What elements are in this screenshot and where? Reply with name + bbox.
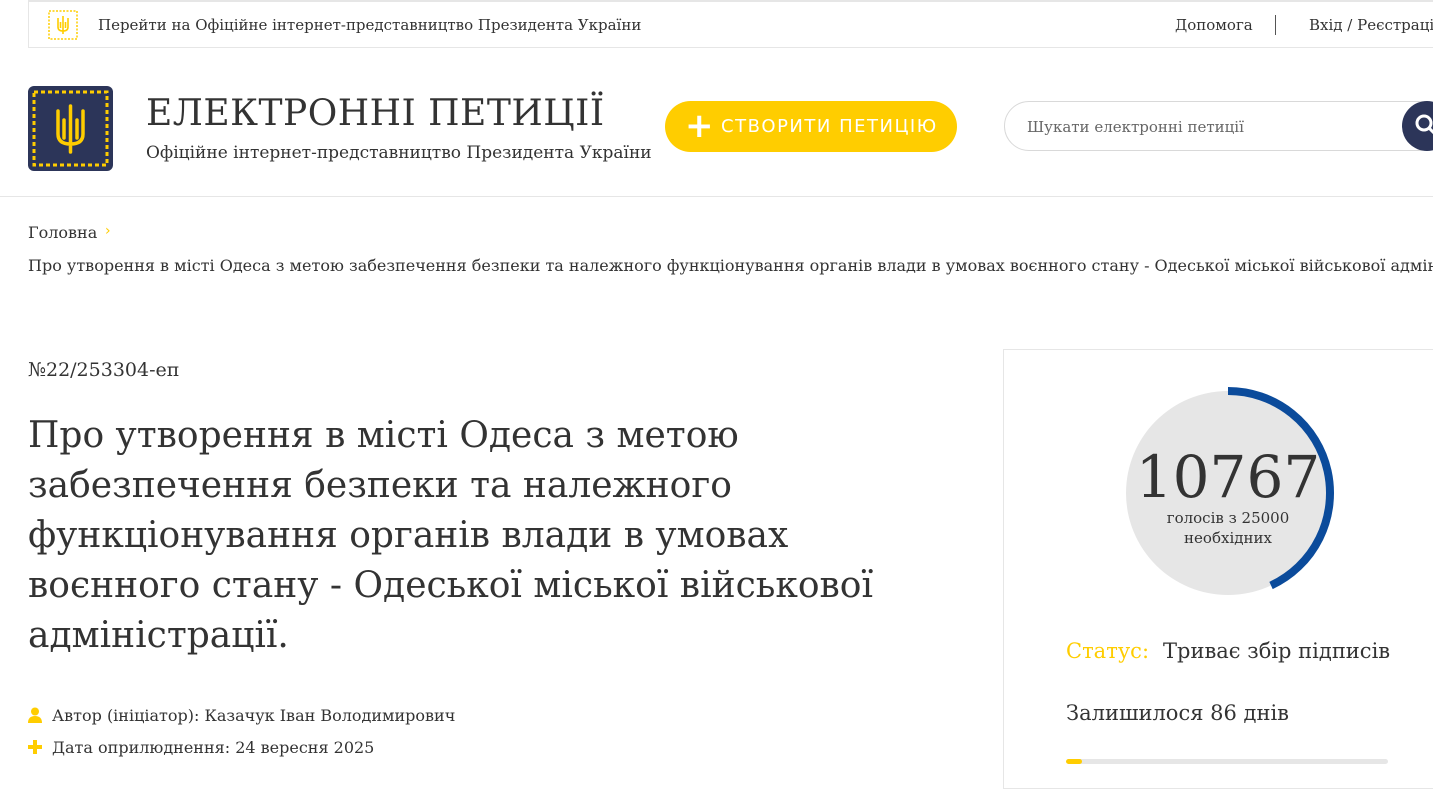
petition-title: Про утворення в місті Одеса з метою забе…	[28, 415, 873, 656]
search-button[interactable]	[1402, 101, 1433, 151]
search-icon	[1415, 114, 1433, 135]
chevron-right-icon: ›	[105, 223, 111, 239]
trident-icon[interactable]	[48, 10, 78, 40]
date-text: Дата оприлюднення: 24 вересня 2025	[52, 738, 375, 757]
search-input[interactable]	[1025, 114, 1389, 140]
president-site-link[interactable]: Перейти на Офіційне інтернет-представниц…	[98, 16, 641, 34]
user-icon	[28, 707, 42, 723]
trident-emblem-icon	[32, 90, 109, 167]
create-petition-button[interactable]: + СТВОРИТИ ПЕТИЦІЮ	[665, 101, 957, 152]
login-register-link[interactable]: Вхід / Реєстрація	[1309, 16, 1433, 34]
status-value: Триває збір підписів	[1163, 639, 1391, 663]
help-link[interactable]: Допомога	[1175, 16, 1253, 34]
top-bar: Перейти на Офіційне інтернет-представниц…	[28, 0, 1433, 48]
create-petition-label: СТВОРИТИ ПЕТИЦІЮ	[721, 116, 938, 137]
votes-count: 10767	[1135, 443, 1321, 511]
status-label: Статус:	[1066, 639, 1150, 663]
petition-date: Дата оприлюднення: 24 вересня 2025	[28, 738, 374, 757]
days-remaining: Залишилося 86 днів	[1066, 701, 1289, 725]
votes-caption: голосів з 25000 необхідних	[1166, 509, 1290, 547]
time-progress-fill	[1066, 759, 1083, 764]
search-box	[1004, 101, 1433, 151]
petition-number: №22/253304-еп	[28, 359, 180, 381]
status-row: Статус: Триває збір підписів	[1066, 639, 1390, 663]
site-subtitle: Офіційне інтернет-представництво Президе…	[146, 143, 652, 163]
petition-author: Автор (ініціатор): Казачук Іван Володими…	[28, 706, 455, 725]
site-logo[interactable]	[28, 86, 113, 171]
breadcrumb-home[interactable]: Головна	[28, 223, 97, 242]
author-text: Автор (ініціатор): Казачук Іван Володими…	[52, 706, 456, 725]
site-title[interactable]: ЕЛЕКТРОННІ ПЕТИЦІЇ	[146, 93, 605, 134]
plus-icon	[28, 740, 42, 754]
time-progress-bar	[1066, 759, 1388, 764]
breadcrumb-current: Про утворення в місті Одеса з метою забе…	[28, 256, 1433, 275]
divider	[1275, 15, 1276, 35]
plus-icon: +	[685, 106, 714, 146]
header-divider	[0, 196, 1433, 197]
